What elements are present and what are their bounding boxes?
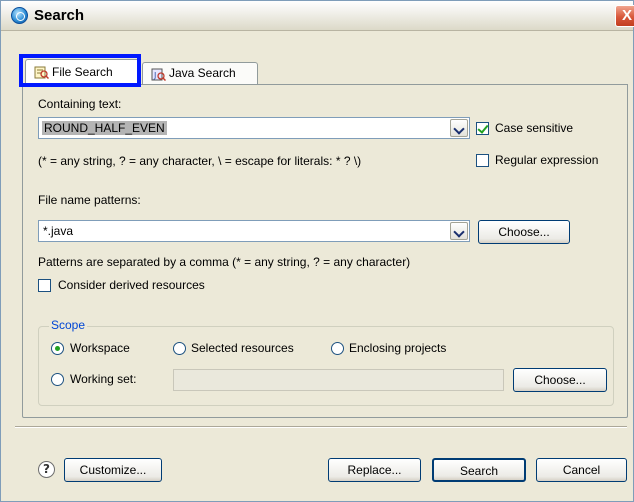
selected-resources-label: Selected resources [191, 341, 294, 355]
file-name-patterns-hint: Patterns are separated by a comma (* = a… [38, 255, 411, 269]
containing-text-combo[interactable]: ROUND_HALF_EVEN [38, 117, 470, 139]
customize-button[interactable]: Customize... [64, 458, 162, 482]
choose-working-set-button[interactable]: Choose... [513, 368, 607, 392]
consider-derived-checkbox[interactable] [38, 279, 51, 292]
window-title: Search [34, 7, 85, 24]
scope-group [38, 326, 614, 406]
file-search-icon [34, 66, 49, 79]
tab-file-search[interactable]: File Search [25, 59, 141, 85]
case-sensitive-label: Case sensitive [495, 121, 574, 135]
title-bar[interactable]: Search [1, 1, 633, 31]
workspace-label: Workspace [70, 341, 130, 355]
svg-text:J: J [153, 71, 156, 80]
search-dialog: Search X File Search J Java Search Conta… [0, 0, 634, 502]
file-name-patterns-combo[interactable]: *.java [38, 220, 470, 242]
close-button[interactable]: X [615, 5, 634, 27]
replace-button[interactable]: Replace... [328, 458, 421, 482]
workspace-radio[interactable] [51, 342, 64, 355]
tab-label: File Search [52, 65, 113, 79]
containing-text-value: ROUND_HALF_EVEN [42, 121, 167, 135]
working-set-field [173, 369, 504, 391]
java-search-icon: J [151, 68, 166, 81]
choose-patterns-button[interactable]: Choose... [478, 220, 570, 244]
cancel-button[interactable]: Cancel [536, 458, 627, 482]
selected-resources-radio[interactable] [173, 342, 186, 355]
case-sensitive-checkbox[interactable] [476, 122, 489, 135]
scope-title: Scope [49, 318, 88, 332]
enclosing-projects-label: Enclosing projects [349, 341, 447, 355]
separator [15, 426, 627, 428]
tab-label: Java Search [169, 66, 236, 80]
regular-expression-label: Regular expression [495, 153, 599, 167]
eclipse-search-icon [11, 7, 28, 24]
file-name-patterns-value: *.java [43, 224, 74, 238]
help-icon[interactable]: ? [38, 461, 55, 478]
enclosing-projects-radio[interactable] [331, 342, 344, 355]
file-name-patterns-label: File name patterns: [38, 193, 141, 207]
search-button[interactable]: Search [432, 458, 526, 482]
tab-java-search[interactable]: J Java Search [142, 62, 258, 85]
consider-derived-label: Consider derived resources [58, 278, 205, 292]
working-set-radio[interactable] [51, 373, 64, 386]
containing-text-label: Containing text: [38, 97, 122, 111]
containing-text-hint: (* = any string, ? = any character, \ = … [38, 154, 362, 168]
regular-expression-checkbox[interactable] [476, 154, 489, 167]
chevron-down-icon[interactable] [450, 119, 468, 137]
chevron-down-icon[interactable] [450, 222, 468, 240]
working-set-label: Working set: [70, 372, 137, 386]
